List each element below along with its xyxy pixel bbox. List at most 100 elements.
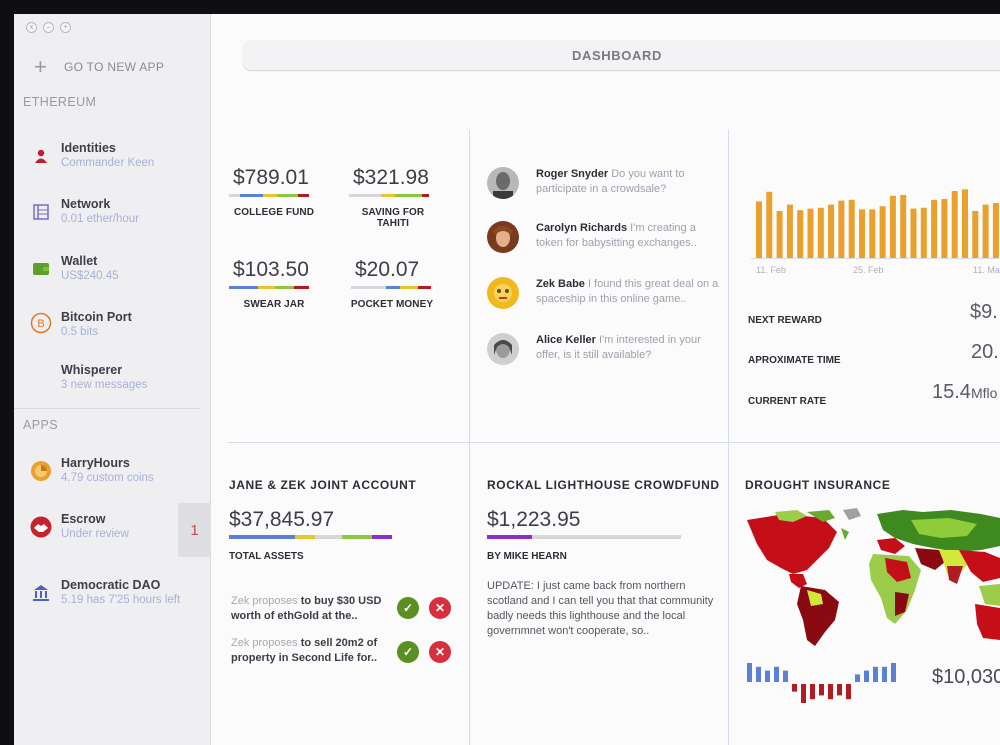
bar [786, 204, 793, 259]
go-to-new-app-button[interactable]: + GO TO NEW APP [34, 54, 164, 80]
section-title-ethereum: ETHEREUM [23, 95, 97, 109]
bar [962, 189, 968, 259]
x-tick-label: 11. Feb [756, 265, 786, 275]
main-panel: DASHBOARD $789.01 COLLEGE FUND $321.98 S… [211, 14, 1000, 745]
sidebar-item-bitcoin-port[interactable]: B Bitcoin Port 0.5 bits [14, 310, 210, 354]
sidebar-item-title: Identities [61, 141, 116, 155]
crowdfund-update-text: UPDATE: I just came back from northern s… [487, 580, 714, 637]
bar [776, 211, 783, 259]
section-title-apps: APPS [23, 418, 58, 432]
page-title: DASHBOARD [572, 47, 662, 63]
sidebar-item-democratic-dao[interactable]: Democratic DAO 5.19 has 7'25 hours left [14, 578, 210, 622]
fund-label: POCKET MONEY [350, 299, 434, 310]
sidebar-item-network[interactable]: Network 0.01 ether/hour [14, 197, 210, 241]
avatar [487, 221, 519, 253]
world-drought-map [747, 508, 1000, 646]
sidebar-item-title: Bitcoin Port [61, 310, 132, 324]
proposal-item: Zek proposes to sell 20m2 of property in… [231, 636, 391, 666]
bar [941, 199, 948, 259]
escrow-notification-badge[interactable]: 1 [178, 503, 211, 557]
message-sender: Zek Babe [536, 278, 585, 290]
stat-label-approximate-time: APROXIMATE TIME [748, 355, 841, 366]
bar [846, 684, 851, 700]
network-icon [30, 201, 52, 223]
fund-amount: $321.98 [353, 166, 429, 189]
maximize-window-icon[interactable]: + [60, 22, 71, 33]
capitol-icon [30, 582, 52, 604]
bar [828, 204, 835, 259]
user-icon [30, 145, 52, 167]
sidebar-item-subtitle: 5.19 has 7'25 hours left [61, 594, 181, 606]
sidebar-item-title: HarryHours [61, 456, 130, 470]
device-frame-left [0, 0, 14, 745]
device-frame-top [0, 0, 1000, 14]
sidebar-item-harryhours[interactable]: HarryHours 4.79 custom coins [14, 456, 210, 500]
proposal-item: Zek proposes to buy $30 USD worth of eth… [231, 594, 391, 624]
fund-label: SWEAR JAR [243, 299, 305, 310]
message-sender: Carolyn Richards [536, 222, 628, 234]
sidebar-item-title: Whisperer [61, 363, 123, 377]
avatar [487, 333, 519, 365]
bar [972, 211, 979, 259]
bar [869, 209, 876, 259]
bar [792, 684, 797, 692]
reject-button[interactable]: ✕ [429, 641, 451, 663]
sidebar-item-whisperer[interactable]: Whisperer 3 new messages [14, 363, 210, 407]
sidebar-item-subtitle: US$240.45 [61, 270, 119, 282]
sidebar-item-subtitle: Commander Keen [61, 157, 155, 169]
fund-progress-bar [229, 194, 309, 197]
sidebar-item-subtitle: 0.5 bits [61, 326, 99, 338]
stat-unit: Mflo [970, 385, 998, 401]
avatar [487, 277, 519, 309]
sidebar-item-title: Escrow [61, 512, 106, 526]
drought-insurance-title: DROUGHT INSURANCE [745, 478, 891, 492]
crowdfund-byline: BY MIKE HEARN [487, 551, 567, 562]
x-tick-label: 25. Feb [853, 265, 884, 275]
stat-label-current-rate: CURRENT RATE [748, 396, 827, 407]
approve-button[interactable]: ✓ [397, 597, 419, 619]
sidebar-item-title: Wallet [61, 254, 98, 268]
joint-account-amount: $37,845.97 [229, 508, 335, 531]
column-divider-1 [469, 130, 470, 745]
bar [951, 191, 958, 259]
stat-value-approximate-time: 20. [971, 341, 999, 363]
bar [992, 203, 999, 259]
approve-button[interactable]: ✓ [397, 641, 419, 663]
x-tick-label: 11. Ma [973, 265, 1000, 275]
check-icon: ✓ [402, 645, 414, 659]
reject-button[interactable]: ✕ [429, 597, 451, 619]
fund-amount: $20.07 [355, 258, 420, 281]
fund-label: SAVING FOR TAHITI [361, 207, 425, 229]
bar [756, 201, 762, 259]
sidebar-divider [14, 408, 200, 409]
bar [783, 670, 788, 682]
bar [882, 666, 887, 682]
sidebar-item-subtitle: 0.01 ether/hour [61, 213, 140, 225]
close-window-icon[interactable]: x [26, 22, 37, 33]
avatar [487, 167, 519, 199]
message-sender: Alice Keller [536, 334, 596, 346]
bar [797, 210, 804, 259]
joint-account-progress-bar [229, 535, 392, 539]
bar [855, 674, 860, 682]
plus-icon: + [34, 54, 47, 79]
minimize-window-icon[interactable]: – [43, 22, 54, 33]
fund-tahiti[interactable]: $321.98 SAVING FOR TAHITI [345, 166, 441, 229]
check-icon: ✓ [402, 601, 414, 615]
fund-college[interactable]: $789.01 COLLEGE FUND [229, 166, 319, 218]
bar [765, 670, 770, 682]
sidebar-item-wallet[interactable]: Wallet US$240.45 [14, 254, 210, 298]
fund-swear-jar[interactable]: $103.50 SWEAR JAR [229, 258, 319, 310]
message-sender: Roger Snyder [536, 168, 609, 180]
fund-amount: $103.50 [233, 258, 309, 281]
fund-pocket-money[interactable]: $20.07 POCKET MONEY [347, 258, 437, 310]
sidebar-item-subtitle: 3 new messages [61, 379, 148, 391]
harryhours-icon [30, 460, 52, 482]
bar [774, 666, 779, 682]
crowdfund-progress-fill [487, 535, 532, 539]
sidebar-item-title: Democratic DAO [61, 578, 161, 592]
mining-bar-chart [751, 189, 1000, 259]
sidebar-item-identities[interactable]: Identities Commander Keen [14, 141, 210, 185]
fund-amount: $789.01 [233, 166, 309, 189]
bar [807, 208, 814, 259]
